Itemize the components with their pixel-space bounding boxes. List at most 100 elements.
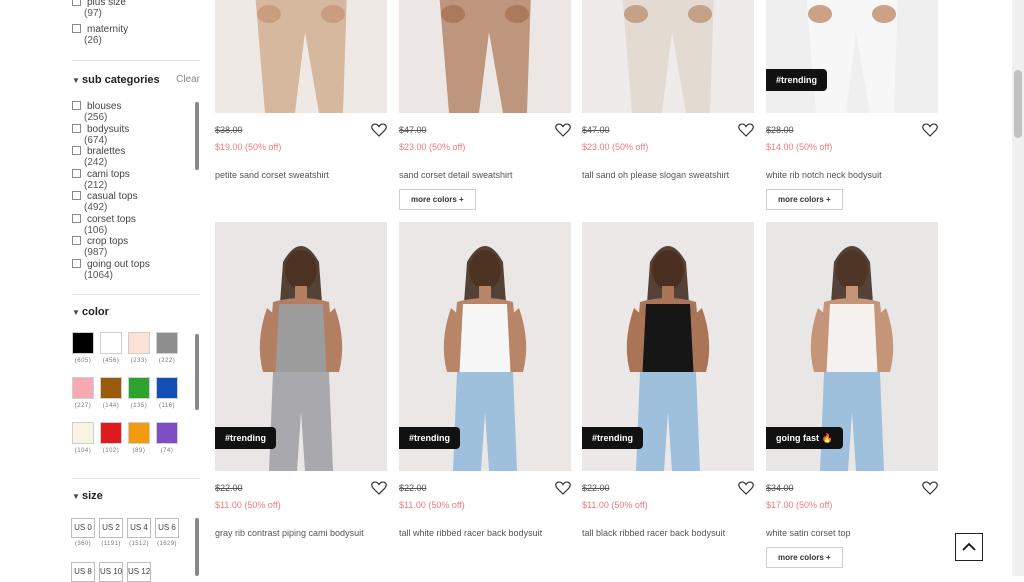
color-swatch-green[interactable]: (135) [127, 377, 151, 409]
product-name[interactable]: white satin corset top [766, 527, 926, 540]
back-to-top-button[interactable] [955, 533, 983, 561]
filter-option-going-out-tops[interactable]: going out tops (1064) [72, 258, 150, 281]
color-swatch-nude[interactable]: (233) [127, 332, 151, 364]
checkbox[interactable] [72, 100, 81, 110]
product-image[interactable]: #trending [766, 0, 938, 113]
sale-price: $17.00 (50% off) [766, 500, 833, 510]
color-swatch-orange[interactable]: (89) [127, 422, 151, 454]
filter-option-bralettes[interactable]: bralettes (242) [72, 145, 125, 168]
sale-price: $14.00 (50% off) [766, 142, 833, 152]
color-swatch-white[interactable]: (456) [99, 332, 123, 364]
product-card[interactable]: $47.00 $23.00 (50% off) sand corset detail… [399, 0, 571, 210]
product-card[interactable]: #trending $28.00 $14.00 (50% off) white rib… [766, 0, 938, 210]
wishlist-heart-icon[interactable] [738, 123, 754, 137]
filter-count: (242) [84, 157, 108, 168]
wishlist-heart-icon[interactable] [922, 481, 938, 495]
product-name[interactable]: tall white ribbed racer back bodysuit [399, 527, 559, 540]
product-image[interactable]: #trending [582, 222, 754, 471]
swatch [128, 422, 150, 444]
product-name[interactable]: white rib notch neck bodysuit [766, 169, 926, 182]
checkbox[interactable] [72, 258, 81, 268]
filter-option-corset-tops[interactable]: corset tops (106) [72, 213, 136, 236]
filter-label: casual tops [87, 191, 138, 202]
filter-option-maternity[interactable]: maternity (26) [72, 23, 128, 46]
color-swatch-gray[interactable]: (222) [155, 332, 179, 364]
checkbox[interactable] [72, 213, 81, 223]
color-swatch-pink[interactable]: (227) [71, 377, 95, 409]
product-image[interactable] [582, 0, 754, 113]
more-colors-button[interactable]: more colors + [766, 189, 843, 210]
product-name[interactable]: tall sand oh please slogan sweatshirt [582, 169, 742, 182]
color-swatch-red[interactable]: (102) [99, 422, 123, 454]
color-swatch-blue[interactable]: (116) [155, 377, 179, 409]
section-title: sub categories [82, 74, 160, 86]
size-scrollbar[interactable] [195, 518, 199, 576]
size-option-us6[interactable]: US 6 (1629) [155, 518, 179, 547]
wishlist-heart-icon[interactable] [738, 481, 754, 495]
product-image[interactable]: going fast 🔥 [766, 222, 938, 471]
size-label: US 0 [71, 518, 95, 538]
product-image[interactable] [399, 0, 571, 113]
original-price: $22.00 [399, 483, 427, 493]
product-name[interactable]: sand corset detail sweatshirt [399, 169, 559, 182]
size-header[interactable]: ▼ size [72, 490, 200, 502]
product-name[interactable]: tall black ribbed racer back bodysuit [582, 527, 742, 540]
color-swatch-brown[interactable]: (144) [99, 377, 123, 409]
wishlist-heart-icon[interactable] [371, 481, 387, 495]
filter-option-blouses[interactable]: blouses (256) [72, 100, 121, 123]
original-price: $38.00 [215, 125, 243, 135]
product-card[interactable]: #trending $22.00 $11.00 (50% off) gray rib … [215, 222, 387, 538]
checkbox[interactable] [72, 235, 81, 245]
sub-categories-scrollbar[interactable] [195, 102, 199, 170]
more-colors-button[interactable]: more colors + [399, 189, 476, 210]
color-scrollbar[interactable] [195, 334, 199, 410]
swatch [128, 377, 150, 399]
product-image[interactable]: #trending [399, 222, 571, 471]
filter-option-crop-tops[interactable]: crop tops (987) [72, 235, 128, 258]
size-option-us0[interactable]: US 0 (360) [71, 518, 95, 547]
product-name[interactable]: petite sand corset sweatshirt [215, 169, 375, 182]
color-swatch-purple[interactable]: (74) [155, 422, 179, 454]
size-option-us4[interactable]: US 4 (1512) [127, 518, 151, 547]
wishlist-heart-icon[interactable] [922, 123, 938, 137]
product-card[interactable]: $47.00 $23.00 (50% off) tall sand oh pleas… [582, 0, 754, 180]
checkbox[interactable] [72, 190, 81, 200]
checkbox[interactable] [72, 0, 81, 6]
product-card[interactable]: #trending $22.00 $11.00 (50% off) tall blac… [582, 222, 754, 538]
chevron-down-icon: ▼ [72, 492, 80, 501]
wishlist-heart-icon[interactable] [371, 123, 387, 137]
product-image[interactable] [215, 0, 387, 113]
product-card[interactable]: #trending $22.00 $11.00 (50% off) tall whit… [399, 222, 571, 538]
clear-button[interactable]: Clear [176, 74, 200, 85]
color-swatch-cream[interactable]: (104) [71, 422, 95, 454]
swatch [72, 422, 94, 444]
size-option-us8[interactable]: US 8 [71, 562, 95, 582]
checkbox[interactable] [72, 145, 81, 155]
wishlist-heart-icon[interactable] [555, 481, 571, 495]
checkbox[interactable] [72, 123, 81, 133]
color-header[interactable]: ▼ color [72, 306, 200, 318]
product-name[interactable]: gray rib contrast piping cami bodysuit [215, 527, 375, 540]
size-option-us12[interactable]: US 12 [127, 562, 151, 582]
swatch-count: (144) [102, 403, 120, 409]
product-card[interactable]: $38.00 $19.00 (50% off) petite sand corset… [215, 0, 387, 180]
filter-option-plus-size[interactable]: plus size (97) [72, 0, 126, 19]
size-option-us2[interactable]: US 2 (1191) [99, 518, 123, 547]
swatch [100, 422, 122, 444]
color-swatch-black[interactable]: (605) [71, 332, 95, 364]
model-photo [255, 0, 347, 113]
page-scrollbar-thumb[interactable] [1014, 70, 1022, 138]
sub-categories-header[interactable]: ▼ sub categories Clear [72, 74, 200, 86]
wishlist-heart-icon[interactable] [555, 123, 571, 137]
checkbox[interactable] [72, 23, 81, 33]
size-option-us10[interactable]: US 10 [99, 562, 123, 582]
product-card[interactable]: going fast 🔥 $34.00 $17.00 (50% off) white … [766, 222, 938, 568]
filter-option-casual-tops[interactable]: casual tops (492) [72, 190, 138, 213]
checkbox[interactable] [72, 168, 81, 178]
filter-count: (26) [84, 35, 102, 46]
filter-option-cami-tops[interactable]: cami tops (212) [72, 168, 130, 191]
more-colors-button[interactable]: more colors + [766, 547, 843, 568]
filter-option-bodysuits[interactable]: bodysuits (674) [72, 123, 129, 146]
product-image[interactable]: #trending [215, 222, 387, 471]
sale-price: $11.00 (50% off) [582, 500, 648, 510]
